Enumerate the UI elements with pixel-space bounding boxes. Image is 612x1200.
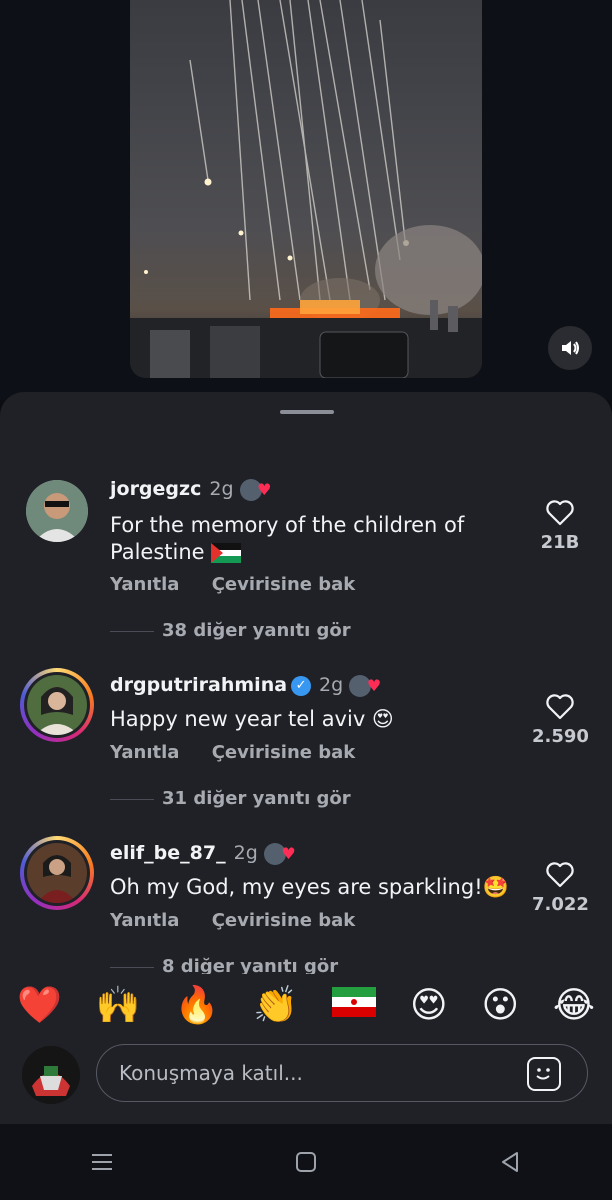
comments-sheet: jorgegzc2g For the memory of the childre… xyxy=(0,392,612,1200)
creator-liked-icon xyxy=(349,674,381,697)
replies-divider xyxy=(110,966,154,968)
avatar-image xyxy=(27,843,87,903)
emoji-heart[interactable]: ❤️ xyxy=(17,984,62,1026)
see-translation-button[interactable]: Çevirisine bak xyxy=(212,910,356,931)
sheet-drag-handle[interactable] xyxy=(280,410,334,414)
sticker-face-icon xyxy=(536,1068,550,1080)
like-count: 7.022 xyxy=(532,894,589,915)
emoji-tears-of-joy[interactable]: 😂 xyxy=(553,985,595,1026)
comment-actions: Yanıtla Çevirisine bak xyxy=(110,742,381,763)
reply-button[interactable]: Yanıtla xyxy=(110,742,179,763)
emoji-fire[interactable]: 🔥 xyxy=(175,984,220,1026)
sticker-icon[interactable] xyxy=(527,1057,561,1091)
view-more-replies-button[interactable]: 38 diğer yanıtı gör xyxy=(110,620,351,641)
comment-text: Oh my God, my eyes are sparkling!🤩 xyxy=(110,875,509,899)
avatar-image xyxy=(22,1046,80,1104)
emoji-iran-flag[interactable] xyxy=(332,985,377,1026)
comment-actions: Yanıtla Çevirisine bak xyxy=(110,574,381,595)
back-triangle-icon[interactable] xyxy=(498,1150,522,1174)
see-translation-button[interactable]: Çevirisine bak xyxy=(212,742,356,763)
heart-outline-icon xyxy=(546,500,574,526)
emoji-clapping[interactable]: 👏 xyxy=(253,984,298,1026)
comment-time: 2g xyxy=(209,478,234,500)
comment-username[interactable]: drgputrirahmina ✓ 2g xyxy=(110,674,381,697)
reply-button[interactable]: Yanıtla xyxy=(110,574,179,595)
palestine-flag-icon xyxy=(211,543,242,563)
like-count: 21B xyxy=(540,532,580,553)
avatar-image xyxy=(27,675,87,735)
comment-username[interactable]: jorgegzc 2g xyxy=(110,478,272,501)
like-button[interactable]: 2.590 xyxy=(532,694,589,747)
comment-input-placeholder: Konuşmaya katıl... xyxy=(119,1061,303,1085)
like-button[interactable]: 7.022 xyxy=(532,862,589,915)
heart-outline-icon xyxy=(546,694,574,720)
avatar xyxy=(27,843,87,903)
avatar-story-ring[interactable] xyxy=(20,836,94,910)
video-player[interactable] xyxy=(130,0,482,378)
like-count: 2.590 xyxy=(532,726,589,747)
verified-badge-icon: ✓ xyxy=(291,675,312,696)
creator-liked-icon xyxy=(239,478,272,501)
speaker-icon xyxy=(562,341,579,355)
comment-text: For the memory of the children of Palest… xyxy=(110,513,465,564)
video-area xyxy=(0,0,612,400)
avatar xyxy=(27,675,87,735)
my-avatar xyxy=(22,1046,80,1104)
emoji-quick-bar: ❤️ 🙌 🔥 👏 😍 😮 😂 xyxy=(0,974,612,1036)
comment-text: Happy new year tel aviv 😍 xyxy=(110,707,394,731)
avatar[interactable] xyxy=(26,480,88,542)
comment-time: 2g xyxy=(233,842,258,864)
reply-button[interactable]: Yanıtla xyxy=(110,910,179,931)
see-translation-button[interactable]: Çevirisine bak xyxy=(212,574,356,595)
avatar-image xyxy=(26,480,88,542)
comment-time: 2g xyxy=(319,674,344,696)
emoji-surprised[interactable]: 😮 xyxy=(481,985,519,1026)
comment-username[interactable]: elif_be_87_ 2g xyxy=(110,842,296,865)
replies-divider xyxy=(110,630,154,632)
home-square-icon[interactable] xyxy=(294,1150,318,1174)
system-nav-bar xyxy=(0,1124,612,1200)
creator-liked-icon xyxy=(263,842,296,865)
iran-flag-icon xyxy=(332,986,377,1017)
menu-icon[interactable] xyxy=(90,1151,114,1173)
emoji-heart-eyes[interactable]: 😍 xyxy=(410,985,448,1026)
view-more-replies-button[interactable]: 31 diğer yanıtı gör xyxy=(110,788,351,809)
video-frame xyxy=(130,0,482,378)
replies-divider xyxy=(110,798,154,800)
heart-outline-icon xyxy=(546,862,574,888)
comment-input-row: Konuşmaya katıl... xyxy=(0,1036,612,1126)
avatar-story-ring[interactable] xyxy=(20,668,94,742)
like-button[interactable]: 21B xyxy=(532,500,588,553)
emoji-raised-hands[interactable]: 🙌 xyxy=(96,984,141,1026)
sound-toggle-button[interactable] xyxy=(548,326,592,370)
comment-input[interactable]: Konuşmaya katıl... xyxy=(96,1044,588,1102)
comment-actions: Yanıtla Çevirisine bak xyxy=(110,910,381,931)
